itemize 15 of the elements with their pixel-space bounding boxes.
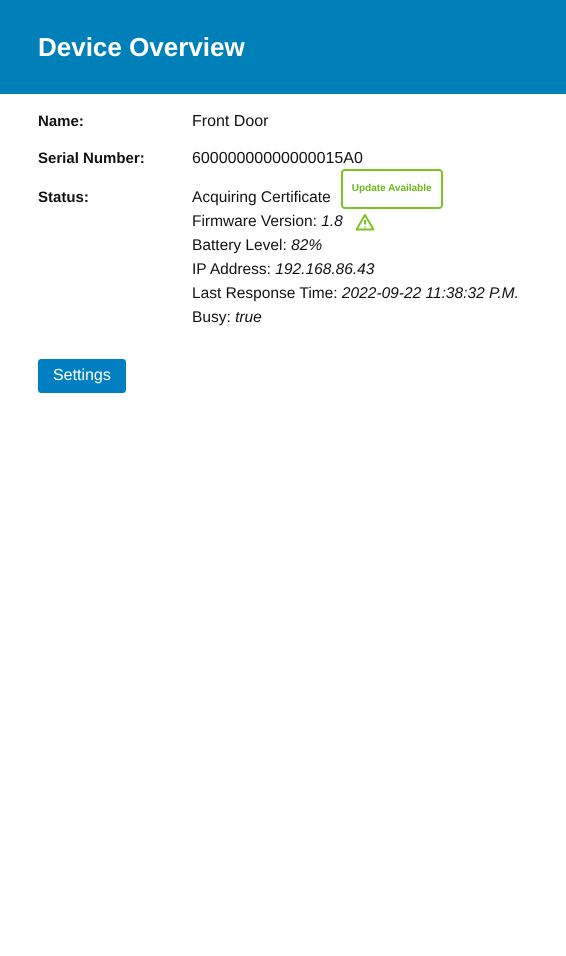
status-line: IP Address: 192.168.86.43	[192, 260, 374, 280]
field-label: Status:	[38, 188, 90, 208]
field-value: Front Door	[192, 112, 270, 132]
field-label: Serial Number:	[38, 149, 146, 169]
field-value: 60000000000000015A0	[192, 149, 364, 169]
warning-icon[interactable]	[354, 213, 375, 231]
tooltip: Update Available	[340, 169, 443, 209]
settings-button[interactable]: Settings	[38, 359, 126, 393]
page-title: Device Overview	[38, 32, 245, 62]
status-line: Last Response Time: 2022-09-22 11:38:32 P.M.	[192, 284, 519, 304]
status-line: Busy: true	[192, 308, 262, 328]
status-line: Firmware Version: 1.8	[192, 212, 343, 232]
status-text: Acquiring Certificate	[192, 188, 331, 208]
field-label: Name:	[38, 112, 85, 132]
status-line: Battery Level: 82%	[192, 236, 322, 256]
